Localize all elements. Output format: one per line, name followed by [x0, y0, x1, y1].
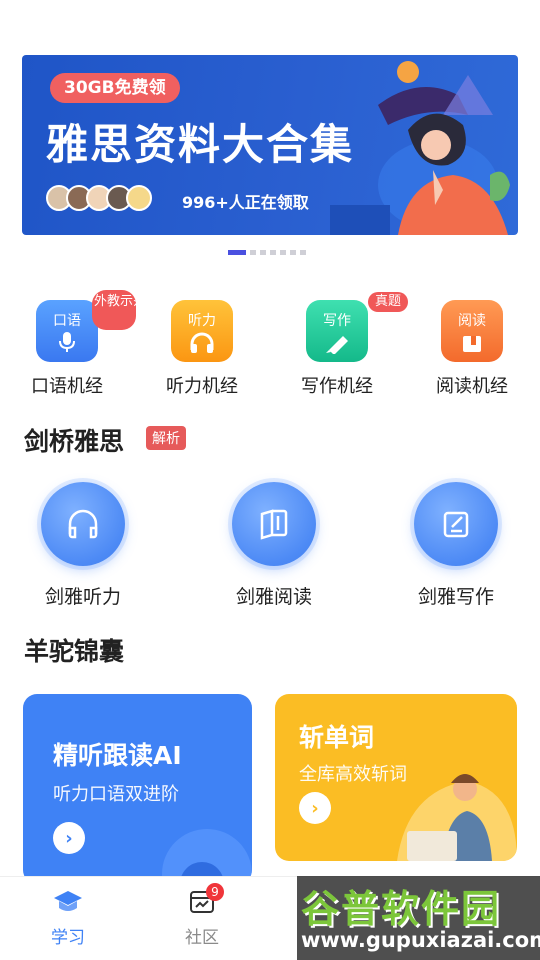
quick-entry-grid: 口语 外教示范 口语机经 听力 听力机经 写作 真题 写作机经 阅读 阅读机经: [0, 290, 540, 400]
watermark: 谷普软件园 www.gupuxiazai.com: [297, 876, 540, 960]
writing-tile: 写作 真题: [306, 292, 408, 362]
card-title: 斩单词: [299, 723, 375, 752]
quick-item-writing[interactable]: 写作 真题 写作机经: [287, 292, 408, 398]
banner-tag: 30GB免费领: [50, 73, 180, 103]
carousel-dot[interactable]: [260, 250, 266, 255]
quick-badge: 真题: [367, 292, 408, 312]
word-card[interactable]: 斩单词 全库高效斩词 ›: [275, 694, 517, 861]
edit-icon: [414, 482, 498, 566]
banner-count: 996+人正在领取: [182, 193, 309, 212]
reading-tile-text: 阅读: [458, 313, 486, 329]
quick-badge: 外教示范: [92, 290, 146, 330]
quick-label: 写作机经: [301, 376, 373, 397]
banner-illustration: [330, 61, 510, 235]
notification-badge: 9: [206, 883, 224, 901]
cambridge-label: 剑雅阅读: [235, 586, 312, 608]
quick-item-speaking[interactable]: 口语 外教示范 口语机经: [17, 290, 146, 398]
writing-tile-text: 写作: [323, 313, 351, 329]
carousel-dot[interactable]: [290, 250, 296, 255]
graduation-cap-icon: [54, 891, 82, 911]
tab-community[interactable]: 9 社区: [162, 883, 242, 948]
banner-title: 雅思资料大合集: [46, 120, 355, 169]
watermark-url: www.gupuxiazai.com: [301, 928, 540, 952]
arrow-right-icon[interactable]: ›: [53, 822, 85, 854]
promo-banner[interactable]: 30GB免费领 雅思资料大合集 996+人正在领取: [22, 55, 518, 235]
speaking-tile-text: 口语: [53, 313, 81, 329]
ai-listening-card[interactable]: 精听跟读AI 听力口语双进阶 ›: [23, 694, 252, 884]
listening-tile-text: 听力: [188, 313, 216, 329]
quick-item-reading[interactable]: 阅读 阅读机经: [422, 300, 522, 398]
headphones-icon: [171, 330, 233, 360]
tab-label: 社区: [185, 928, 219, 948]
card-title: 精听跟读AI: [53, 741, 182, 770]
card-decoration: [162, 829, 252, 884]
arrow-right-icon[interactable]: ›: [299, 792, 331, 824]
carousel-dot[interactable]: [270, 250, 276, 255]
carousel-dot[interactable]: [300, 250, 306, 255]
avatar: [126, 185, 152, 211]
listening-tile: 听力: [171, 300, 233, 362]
pen-icon: [306, 330, 368, 360]
quick-item-listening[interactable]: 听力 听力机经: [152, 300, 252, 398]
cambridge-writing[interactable]: 剑雅写作: [401, 482, 511, 609]
toolkit-section-title: 羊驼锦囊: [24, 637, 125, 666]
analysis-badge: 解析: [146, 426, 186, 450]
cambridge-listening[interactable]: 剑雅听力: [28, 482, 138, 609]
banner-avatars: [46, 185, 152, 211]
tab-label: 学习: [51, 928, 85, 948]
open-book-icon: [232, 482, 316, 566]
mic-icon: [36, 330, 98, 360]
quick-label: 听力机经: [166, 376, 238, 397]
cambridge-reading[interactable]: 剑雅阅读: [219, 482, 329, 609]
cambridge-label: 剑雅听力: [44, 586, 121, 608]
card-decoration: [397, 774, 517, 861]
watermark-title: 谷普软件园: [301, 887, 502, 931]
headphones-icon: [41, 482, 125, 566]
carousel-dot[interactable]: [280, 250, 286, 255]
card-subtitle: 听力口语双进阶: [53, 784, 179, 805]
carousel-dot[interactable]: [250, 250, 256, 255]
reading-tile: 阅读: [441, 300, 503, 362]
cambridge-section-title: 剑桥雅思: [24, 427, 125, 456]
quick-label: 阅读机经: [436, 376, 508, 397]
cambridge-label: 剑雅写作: [417, 586, 494, 608]
carousel-dots: [228, 250, 306, 255]
quick-label: 口语机经: [31, 376, 103, 397]
carousel-dot[interactable]: [228, 250, 246, 255]
speaking-tile: 口语 外教示范: [36, 290, 146, 362]
tab-study[interactable]: 学习: [28, 889, 108, 948]
book-icon: [441, 330, 503, 360]
